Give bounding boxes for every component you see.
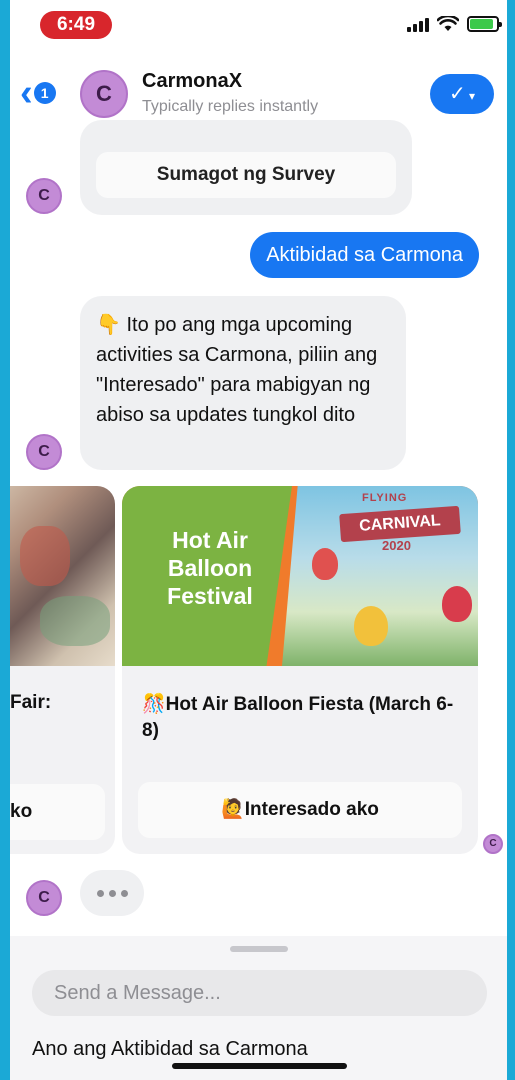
poster-top-text: FLYING (362, 492, 408, 504)
bot-avatar: C (26, 880, 62, 916)
back-button[interactable]: ‹ 1 (20, 72, 56, 114)
event-poster: FLYING CARNIVAL 2020 (282, 486, 478, 666)
balloon-icon (354, 606, 388, 646)
chevron-left-icon: ‹ (20, 72, 33, 114)
bot-avatar: C (26, 434, 62, 470)
status-icons (407, 16, 502, 32)
bot-message: 👇 Ito po ang mga upcoming activities sa … (80, 296, 406, 470)
poster-banner: CARNIVAL (339, 505, 461, 543)
drag-handle[interactable] (230, 946, 288, 952)
frame-right (507, 0, 515, 1080)
card-image-text: Hot Air Balloon Festival (167, 527, 253, 609)
caret-down-icon: ▾ (465, 89, 476, 103)
home-indicator (172, 1063, 347, 1069)
card-image: Hot Air Balloon Festival FLYING CARNIVAL… (122, 486, 478, 666)
page-avatar[interactable]: C (80, 70, 128, 118)
card-title: Fair: (10, 692, 52, 713)
typing-indicator (80, 870, 144, 916)
checkmark-icon: ✓ (448, 83, 466, 105)
message-input[interactable] (32, 970, 487, 1016)
previous-card: Sumagot ng Survey (80, 120, 412, 215)
card-title: 🎊Hot Air Balloon Fiesta (March 6-8) (142, 694, 454, 741)
signal-icon (407, 17, 429, 32)
card-image (10, 486, 115, 666)
poster-year: 2020 (382, 538, 411, 553)
page-title[interactable]: CarmonaX (142, 70, 242, 93)
done-button[interactable]: ✓ ▾ (430, 74, 494, 114)
quick-reply-suggestion[interactable]: Ano ang Aktibidad sa Carmona (32, 1038, 308, 1061)
survey-button[interactable]: Sumagot ng Survey (96, 152, 396, 198)
status-time: 6:49 (40, 11, 112, 39)
page-subtitle: Typically replies instantly (142, 98, 319, 115)
unread-badge: 1 (33, 82, 56, 104)
phone-screen: 6:49 ‹ 1 C CarmonaX Typically replies in… (10, 0, 507, 1080)
interested-button[interactable]: 🙋Interesado ako (138, 782, 462, 838)
carousel-card: Hot Air Balloon Festival FLYING CARNIVAL… (122, 486, 478, 854)
frame-left (0, 0, 10, 1080)
balloon-icon (442, 586, 472, 622)
seen-avatar: C (483, 834, 503, 854)
interested-button[interactable]: ko (10, 784, 105, 840)
wifi-icon (437, 16, 459, 31)
user-message: Aktibidad sa Carmona (250, 232, 479, 278)
bot-avatar: C (26, 178, 62, 214)
battery-icon (467, 16, 502, 32)
carousel-card: Fair: ko (10, 486, 115, 854)
balloon-icon (312, 548, 338, 580)
